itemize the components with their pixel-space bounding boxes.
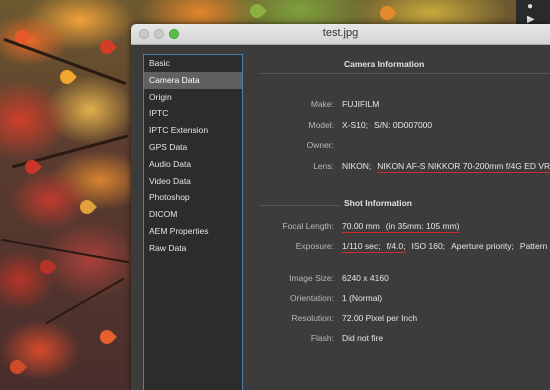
leaf — [77, 197, 97, 217]
resolution-label: Resolution: — [291, 313, 334, 323]
flash-value: Did not fire — [342, 333, 384, 343]
row-resolution: Resolution: 72.00 Pixel per Inch — [249, 313, 550, 325]
exposure-label: Exposure: — [295, 241, 334, 251]
aperture: f/4.0; — [386, 241, 406, 251]
sidebar-item-iptc[interactable]: IPTC — [144, 105, 242, 122]
sidebar-item-basic[interactable]: Basic — [144, 55, 242, 72]
lens-value-group: NIKON; NIKON AF-S NIKKOR 70-200mm f/4G ED… — [342, 161, 550, 173]
row-flash: Flash: Did not fire — [249, 333, 550, 345]
sidebar-item-dicom[interactable]: DICOM — [144, 206, 242, 223]
leaf — [37, 257, 57, 277]
title-bar[interactable]: test.jpg — [131, 24, 550, 45]
leaf — [97, 37, 117, 57]
section-divider — [259, 205, 340, 206]
focal-length-value-group: 70.00 mm (in 35mm: 105 mm) — [342, 221, 460, 233]
file-info-window: test.jpg Basic Camera Data Origin IPTC I… — [131, 24, 550, 390]
sidebar-item-origin[interactable]: Origin — [144, 89, 242, 106]
exposure-mode: Aperture priority; — [451, 241, 514, 251]
sidebar-item-photoshop[interactable]: Photoshop — [144, 189, 242, 206]
row-model: Model: X-S10; S/N: 0D007000 — [249, 120, 550, 132]
leaf — [57, 67, 77, 87]
category-list: Basic Camera Data Origin IPTC IPTC Exten… — [143, 54, 243, 390]
metadata-panel: Camera Information Make: FUJIFILM Model:… — [249, 44, 550, 390]
lens-label: Lens: — [313, 161, 334, 171]
image-size-value: 6240 x 4160 — [342, 273, 389, 283]
exposure-underlined: 1/110 sec; f/4.0; — [342, 241, 406, 253]
focal-length-label: Focal Length: — [282, 221, 334, 231]
leaf — [377, 3, 397, 23]
row-make: Make: FUJIFILM — [249, 99, 550, 111]
sidebar-item-camera-data[interactable]: Camera Data — [144, 71, 242, 89]
focal-length-value: 70.00 mm — [342, 221, 380, 231]
sidebar-item-video-data[interactable]: Video Data — [144, 173, 242, 190]
iso: ISO 160; — [411, 241, 446, 251]
row-focal-length: Focal Length: 70.00 mm (in 35mm: 105 mm) — [249, 221, 550, 233]
make-label: Make: — [310, 99, 334, 109]
mic-icon[interactable]: ● — [527, 2, 539, 12]
lens-make: NIKON; — [342, 161, 372, 171]
row-orientation: Orientation: 1 (Normal) — [249, 293, 550, 305]
leaf — [247, 1, 267, 21]
resolution-value: 72.00 Pixel per Inch — [342, 313, 418, 323]
leaf — [97, 327, 117, 347]
exposure-value-group: 1/110 sec; f/4.0; ISO 160; Aperture priorit… — [342, 241, 548, 253]
row-owner: Owner: — [249, 140, 550, 152]
shutter-speed: 1/110 sec; — [342, 241, 381, 251]
owner-label: Owner: — [306, 140, 334, 150]
tree-branch — [0, 238, 130, 264]
metering-pattern: Pattern — [519, 241, 548, 251]
sidebar-item-gps-data[interactable]: GPS Data — [144, 139, 242, 156]
model-value: X-S10; — [342, 120, 368, 130]
orientation-label: Orientation: — [290, 293, 334, 303]
row-lens: Lens: NIKON; NIKON AF-S NIKKOR 70-200mm f… — [249, 161, 550, 173]
serial-value: S/N: 0D007000 — [374, 120, 433, 130]
flash-label: Flash: — [310, 333, 334, 343]
image-size-label: Image Size: — [289, 273, 334, 283]
sidebar-item-iptc-extension[interactable]: IPTC Extension — [144, 122, 242, 139]
tree-branch — [45, 277, 125, 325]
section-heading-camera: Camera Information — [344, 59, 425, 69]
row-image-size: Image Size: 6240 x 4160 — [249, 273, 550, 285]
sidebar-item-raw-data[interactable]: Raw Data — [144, 240, 242, 257]
section-divider — [259, 73, 550, 74]
section-heading-shot: Shot Information — [344, 198, 412, 208]
window-title: test.jpg — [322, 27, 359, 39]
sidebar-item-aem-properties[interactable]: AEM Properties — [144, 223, 242, 240]
model-label: Model: — [308, 120, 334, 130]
leaf — [7, 357, 27, 377]
orientation-value: 1 (Normal) — [342, 293, 383, 303]
make-value: FUJIFILM — [342, 99, 380, 109]
focal-length-35mm: (in 35mm: 105 mm) — [385, 221, 460, 231]
sidebar-item-audio-data[interactable]: Audio Data — [144, 156, 242, 173]
model-value-group: X-S10; S/N: 0D007000 — [342, 120, 432, 130]
lens-model: NIKON AF-S NIKKOR 70-200mm f/4G ED VR; — [377, 161, 550, 173]
row-exposure: Exposure: 1/110 sec; f/4.0; ISO 160; Apertu… — [249, 241, 550, 253]
